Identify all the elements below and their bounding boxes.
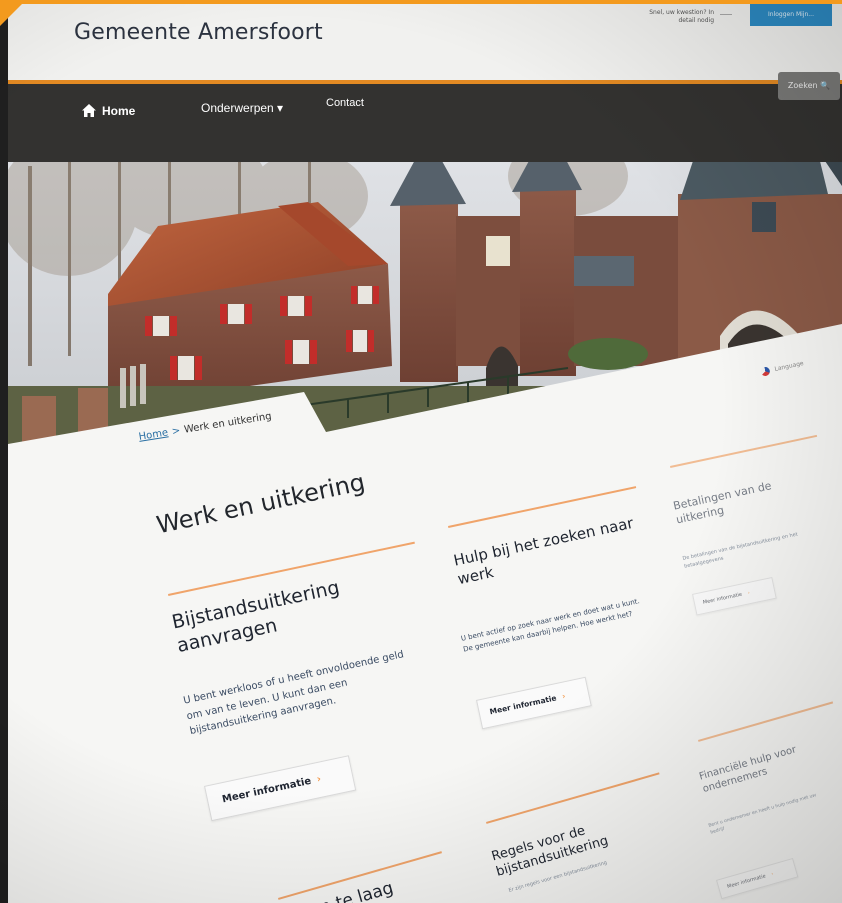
home-icon (82, 104, 96, 117)
flag-icon (760, 366, 771, 377)
button-label: Meer informatie (702, 591, 743, 606)
nav-home-label: Home (102, 104, 136, 118)
login-button[interactable]: Inloggen Mijn... (750, 4, 832, 26)
arrow-right-icon: › (315, 773, 323, 786)
search-button[interactable]: Zoeken 🔍 (778, 72, 840, 100)
button-label: Meer informatie (488, 693, 558, 717)
header-divider (720, 14, 732, 15)
main-navigation: Home Onderwerpen ▾ Contact Zoeken 🔍 (8, 72, 842, 162)
top-accent-strip (0, 0, 842, 4)
arrow-right-icon: › (747, 590, 751, 597)
arrow-right-icon: › (770, 871, 775, 878)
corner-badge (0, 0, 26, 26)
monitor-screen: Gemeente Amersfoort Snel, uw kwestion? I… (8, 4, 842, 903)
breadcrumb-separator: > (171, 425, 182, 438)
button-label: Meer informatie (221, 775, 313, 806)
site-header: Gemeente Amersfoort Snel, uw kwestion? I… (8, 4, 842, 84)
header-note: Snel, uw kwestion? In detail nodig (649, 9, 714, 24)
site-title[interactable]: Gemeente Amersfoort (74, 20, 323, 45)
nav-home[interactable]: Home (82, 104, 135, 118)
nav-topics-dropdown[interactable]: Onderwerpen ▾ (201, 101, 283, 115)
arrow-right-icon: › (561, 691, 567, 701)
button-label: Meer informatie (726, 873, 767, 891)
nav-contact[interactable]: Contact (326, 97, 364, 109)
